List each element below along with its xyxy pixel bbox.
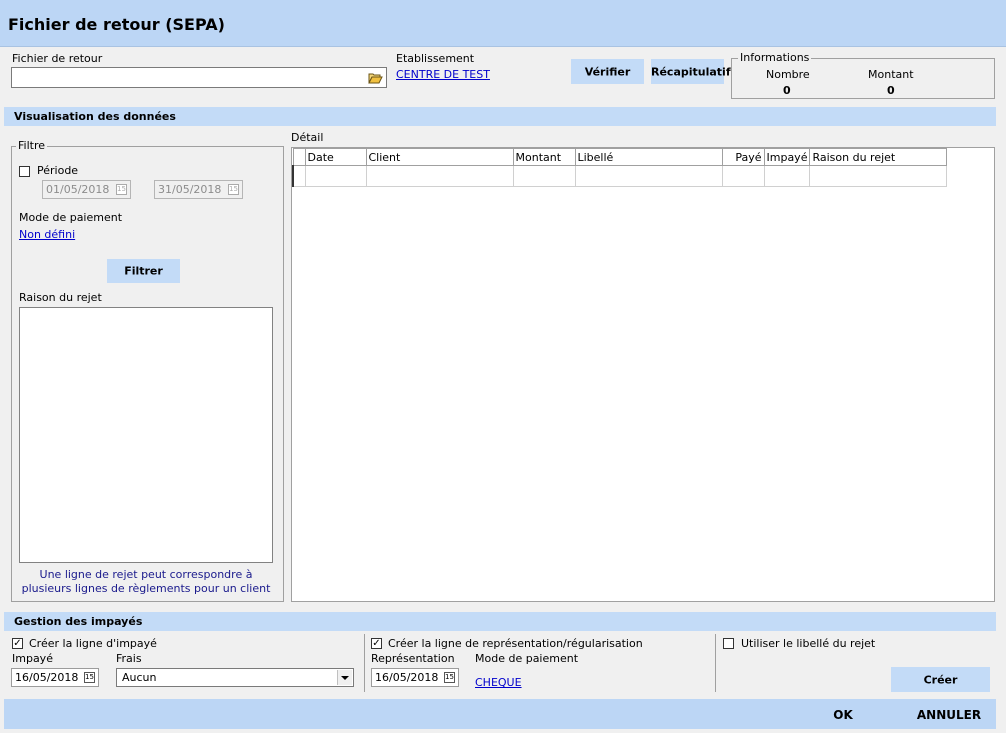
column-header-libelle[interactable]: Libellé — [574, 148, 723, 166]
montant-label: Montant — [868, 68, 914, 81]
verifier-button-label: Vérifier — [584, 65, 631, 78]
column-header-paye[interactable]: Payé — [721, 148, 765, 166]
table-row[interactable] — [292, 165, 948, 187]
chevron-down-icon[interactable] — [337, 670, 352, 685]
utiliser-libelle-label: Utiliser le libellé du rejet — [741, 637, 876, 650]
recapitulatif-button[interactable]: Récapitulatif — [651, 59, 731, 84]
periode-label: Période — [37, 164, 79, 177]
recapitulatif-button-label: Récapitulatif — [651, 65, 731, 78]
etablissement-link[interactable]: CENTRE DE TEST — [396, 68, 490, 81]
representation-date-value: 16/05/2018 — [375, 671, 439, 684]
informations-legend: Informations — [738, 51, 812, 64]
calendar-icon[interactable]: 15 — [444, 672, 455, 683]
creer-impaye-checkbox[interactable]: ✓ — [12, 638, 23, 649]
creer-representation-label: Créer la ligne de représentation/régular… — [388, 637, 643, 650]
filtrer-button-label: Filtrer — [124, 264, 163, 278]
date-to-value: 31/05/2018 — [158, 183, 222, 196]
open-folder-icon[interactable] — [368, 71, 383, 84]
filtre-mode-label: Mode de paiement — [19, 211, 123, 224]
gestion-header: Gestion des impayés — [4, 612, 996, 631]
table-cell[interactable] — [304, 165, 367, 187]
annuler-button-label: ANNULER — [916, 707, 982, 722]
creer-button-label: Créer — [923, 673, 958, 686]
representation-label: Représentation — [371, 652, 455, 665]
column-header-impaye[interactable]: Impayé — [763, 148, 811, 166]
column-header-client[interactable]: Client — [365, 148, 514, 166]
montant-value: 0 — [887, 84, 895, 97]
etablissement-label: Etablissement — [396, 52, 475, 65]
calendar-icon[interactable]: 15 — [84, 672, 95, 683]
filtrer-button[interactable]: Filtrer — [107, 259, 180, 283]
table-cell[interactable] — [809, 165, 948, 187]
raison-list[interactable] — [19, 307, 273, 563]
column-header-montant[interactable]: Montant — [512, 148, 576, 166]
nombre-label: Nombre — [766, 68, 810, 81]
divider — [364, 634, 365, 692]
filtre-legend: Filtre — [16, 139, 48, 152]
table-cell[interactable] — [763, 165, 811, 187]
filtre-mode-link[interactable]: Non défini — [19, 228, 75, 241]
creer-representation-checkbox[interactable]: ✓ — [371, 638, 382, 649]
fichier-input[interactable] — [11, 67, 387, 88]
impaye-date-field[interactable]: 16/05/2018 15 — [11, 668, 99, 687]
frais-label: Frais — [116, 652, 142, 665]
gestion-mode-label: Mode de paiement — [475, 652, 579, 665]
representation-date-field[interactable]: 16/05/2018 15 — [371, 668, 459, 687]
nombre-value: 0 — [783, 84, 791, 97]
divider — [715, 634, 716, 692]
column-header-date[interactable]: Date — [304, 148, 367, 166]
visualisation-title: Visualisation des données — [14, 110, 176, 123]
ok-button[interactable]: OK — [812, 702, 874, 727]
date-from-value: 01/05/2018 — [46, 183, 110, 196]
frais-select[interactable]: Aucun — [116, 668, 354, 687]
window-title: Fichier de retour (SEPA) — [8, 15, 225, 34]
detail-label: Détail — [291, 131, 324, 144]
date-to-field[interactable]: 31/05/2018 15 — [154, 180, 243, 199]
visualisation-header: Visualisation des données — [4, 107, 996, 126]
periode-checkbox[interactable] — [19, 166, 30, 177]
gestion-mode-link[interactable]: CHEQUE — [475, 676, 522, 689]
column-header-raison[interactable]: Raison du rejet — [809, 148, 948, 166]
creer-impaye-label: Créer la ligne d'impayé — [29, 637, 157, 650]
date-from-field[interactable]: 01/05/2018 15 — [42, 180, 131, 199]
title-bar: Fichier de retour (SEPA) — [0, 0, 1006, 47]
raison-label: Raison du rejet — [19, 291, 102, 304]
table-cell[interactable] — [721, 165, 765, 187]
frais-select-value: Aucun — [122, 671, 157, 684]
verifier-button[interactable]: Vérifier — [571, 59, 644, 84]
row-selector-header — [292, 148, 306, 166]
utiliser-libelle-checkbox[interactable] — [723, 638, 734, 649]
table-cell[interactable] — [365, 165, 514, 187]
impaye-date-value: 16/05/2018 — [15, 671, 79, 684]
ok-button-label: OK — [833, 707, 853, 722]
fichier-label: Fichier de retour — [12, 52, 103, 65]
gestion-title: Gestion des impayés — [14, 615, 143, 628]
detail-grid[interactable]: Date Client Montant Libellé Payé Impayé … — [291, 147, 995, 602]
grid-header-row: Date Client Montant Libellé Payé Impayé … — [292, 148, 948, 166]
row-selector[interactable] — [292, 165, 306, 187]
table-cell[interactable] — [512, 165, 576, 187]
annuler-button[interactable]: ANNULER — [906, 702, 992, 727]
table-cell[interactable] — [574, 165, 723, 187]
calendar-icon[interactable]: 15 — [116, 184, 127, 195]
impaye-label: Impayé — [12, 652, 53, 665]
calendar-icon[interactable]: 15 — [228, 184, 239, 195]
raison-note: Une ligne de rejet peut correspondre à p… — [21, 568, 271, 595]
creer-button[interactable]: Créer — [891, 667, 990, 692]
